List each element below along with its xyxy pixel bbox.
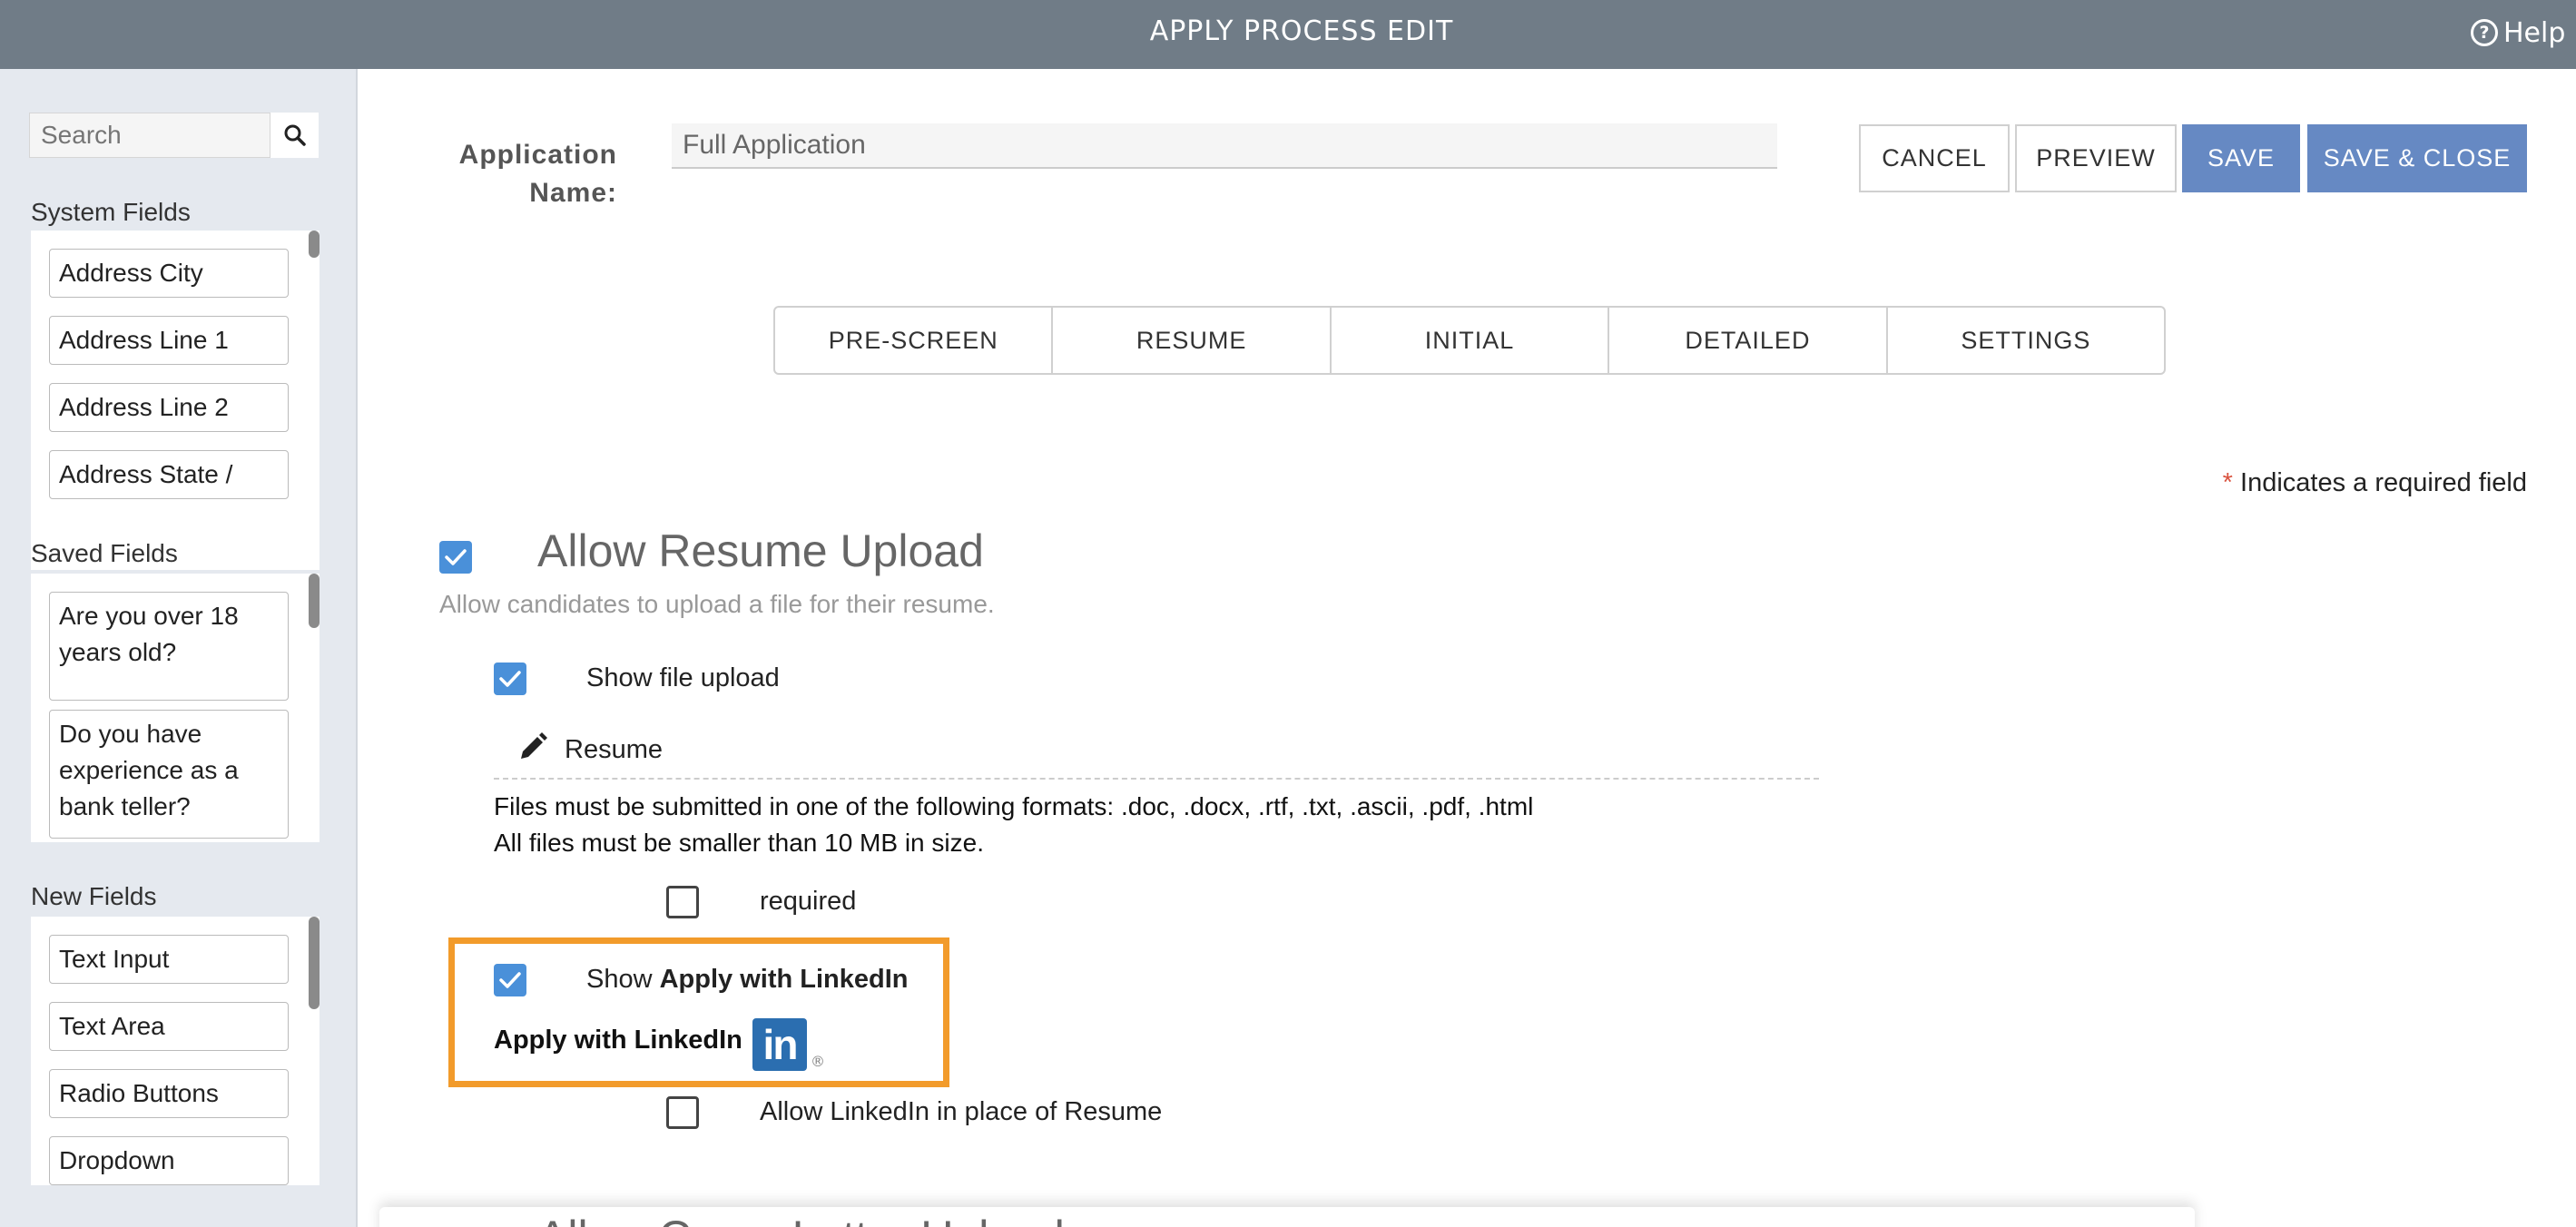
field-divider — [494, 778, 1819, 780]
required-checkbox[interactable] — [666, 886, 699, 918]
top-bar: APPLY PROCESS EDIT ? Help — [0, 0, 2576, 69]
field-address-state[interactable]: Address State / — [49, 450, 289, 499]
field-text-input[interactable]: Text Input — [49, 935, 289, 984]
saved-fields-scrollbar[interactable] — [309, 574, 320, 628]
show-file-upload-checkbox[interactable] — [494, 663, 526, 695]
search-button[interactable] — [270, 113, 319, 158]
saved-fields-list: Are you over 18 years old? Do you have e… — [31, 574, 320, 842]
registered-mark: ® — [811, 1053, 825, 1070]
sidebar: System Fields Address City Address Line … — [0, 69, 358, 1227]
page-title: APPLY PROCESS EDIT — [1149, 15, 1454, 47]
system-fields-scrollbar[interactable] — [309, 231, 320, 258]
show-file-upload-label: Show file upload — [586, 663, 780, 692]
help-icon: ? — [2471, 19, 2498, 46]
system-fields-heading: System Fields — [31, 198, 191, 226]
resume-section-description: Allow candidates to upload a file for th… — [439, 590, 995, 618]
show-linkedin-checkbox[interactable] — [494, 964, 526, 996]
allow-linkedin-label: Allow LinkedIn in place of Resume — [760, 1097, 1163, 1126]
save-close-button[interactable]: SAVE & CLOSE — [2307, 124, 2527, 192]
show-linkedin-prefix: Show — [586, 965, 660, 994]
tab-resume[interactable]: RESUME — [1053, 308, 1332, 373]
tab-settings[interactable]: SETTINGS — [1888, 308, 2164, 373]
required-star: * — [2222, 468, 2233, 497]
field-bank-teller[interactable]: Do you have experience as a bank teller? — [49, 710, 289, 839]
application-name-label: Application Name: — [458, 140, 617, 208]
step-tabs: PRE-SCREEN RESUME INITIAL DETAILED SETTI… — [773, 306, 2166, 375]
field-text-area[interactable]: Text Area — [49, 1002, 289, 1051]
search-box — [29, 113, 319, 158]
field-address-city[interactable]: Address City — [49, 249, 289, 298]
field-radio-buttons[interactable]: Radio Buttons — [49, 1069, 289, 1118]
new-fields-list: Text Input Text Area Radio Buttons Dropd… — [31, 917, 320, 1185]
tab-pre-screen[interactable]: PRE-SCREEN — [775, 308, 1054, 373]
required-field-note: * Indicates a required field — [2178, 468, 2527, 498]
system-fields-list: Address City Address Line 1 Address Line… — [31, 231, 320, 570]
allow-linkedin-checkbox[interactable] — [666, 1096, 699, 1129]
save-button[interactable]: SAVE — [2182, 124, 2300, 192]
field-over-18[interactable]: Are you over 18 years old? — [49, 592, 289, 701]
required-label: required — [760, 887, 857, 916]
cover-letter-section: Allow Cover Letter Upload — [379, 1207, 2195, 1227]
preview-button[interactable]: PREVIEW — [2015, 124, 2177, 192]
apply-with-linkedin-text: Apply with LinkedIn — [494, 1026, 742, 1055]
field-address-line-2[interactable]: Address Line 2 — [49, 383, 289, 432]
cancel-button[interactable]: CANCEL — [1859, 124, 2010, 192]
tab-detailed[interactable]: DETAILED — [1609, 308, 1888, 373]
show-linkedin-label: Show Apply with LinkedIn — [586, 965, 909, 995]
new-fields-scrollbar[interactable] — [309, 917, 320, 1009]
edit-pencil-icon[interactable] — [517, 731, 548, 766]
allow-resume-upload-checkbox[interactable] — [439, 541, 472, 574]
tab-initial[interactable]: INITIAL — [1332, 308, 1610, 373]
required-note-text: Indicates a required field — [2240, 468, 2527, 497]
field-address-line-1[interactable]: Address Line 1 — [49, 316, 289, 365]
linkedin-highlight-box — [448, 937, 949, 1087]
file-size-text: All files must be smaller than 10 MB in … — [494, 829, 984, 857]
linkedin-logo-icon: in — [752, 1018, 807, 1071]
resume-section-title: Allow Resume Upload — [537, 525, 984, 576]
file-formats-text: Files must be submitted in one of the fo… — [494, 792, 1534, 820]
search-input[interactable] — [30, 113, 270, 157]
cover-letter-title: Allow Cover Letter Upload — [537, 1211, 1065, 1227]
application-name-input[interactable] — [672, 123, 1777, 169]
saved-fields-heading: Saved Fields — [31, 539, 178, 567]
help-label: Help — [2503, 16, 2566, 49]
field-dropdown[interactable]: Dropdown — [49, 1136, 289, 1185]
show-linkedin-bold: Apply with LinkedIn — [659, 965, 909, 994]
new-fields-heading: New Fields — [31, 882, 157, 910]
help-link[interactable]: ? Help — [2471, 15, 2565, 51]
checkmark-icon — [445, 549, 467, 565]
checkmark-icon — [499, 671, 521, 687]
search-icon — [284, 124, 306, 146]
checkmark-icon — [499, 972, 521, 988]
resume-field-label[interactable]: Resume — [565, 735, 663, 765]
